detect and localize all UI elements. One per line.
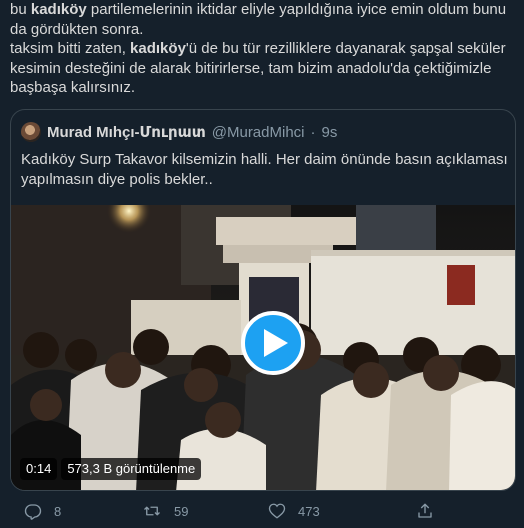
play-icon [264,329,288,357]
retweet-count: 59 [174,503,189,519]
heart-icon [268,503,286,519]
hashtag-kadikoy-2[interactable]: kadıköy [130,40,186,57]
quoted-tweet-header: Murad Mıhçı-Մուրատ @MuradMihci · 9s [21,122,337,142]
tweet-text: bu kadıköy partilemelerinin iktidar eliy… [10,0,518,98]
tweet-time[interactable]: 9s [322,124,338,141]
tweet-line-2: da gördükten sonra. [10,20,144,38]
separator-dot: · [310,123,316,141]
hashtag-kadikoy[interactable]: kadıköy [31,1,87,18]
avatar[interactable] [21,122,41,142]
author-name[interactable]: Murad Mıhçı-Մուրատ [47,123,206,141]
reply-icon [24,504,42,520]
video-player[interactable]: 0:14 573,3 B görüntülenme [11,205,515,490]
retweet-icon [144,506,160,516]
like-count: 473 [298,503,320,519]
quoted-text-line-2: yapılmasın diye polis bekler.. [21,170,213,188]
play-button[interactable] [241,311,305,375]
like-button[interactable]: 473 [268,502,320,520]
tweet-actions: 8 59 473 [10,497,480,525]
tweet-line-5: başbaşa kalırsınız. [10,79,136,96]
quoted-tweet-text: Kadıköy Surp Takavor kilsemizin halli. H… [21,150,511,189]
reply-button[interactable]: 8 [24,502,61,520]
retweet-button[interactable]: 59 [142,502,188,520]
share-button[interactable] [416,502,434,520]
reply-count: 8 [54,503,62,519]
author-handle[interactable]: @MuradMihci [212,124,305,141]
quoted-tweet-card[interactable]: Murad Mıhçı-Մուրատ @MuradMihci · 9s Kadı… [10,109,516,491]
share-icon [418,503,432,518]
video-meta: 0:14 573,3 B görüntülenme [20,458,202,480]
tweet-line-4: kesimin desteğini de alarak bitirirlerse… [10,59,492,77]
video-duration: 0:14 [20,458,58,480]
tweet-line-3: taksim bitti zaten, kadıköy'ü de bu tür … [10,40,506,57]
video-view-count: 573,3 B görüntülenme [61,458,202,480]
quoted-text-line-1: Kadıköy Surp Takavor kilsemizin halli. H… [21,151,508,168]
tweet-line-1: bu kadıköy partilemelerinin iktidar eliy… [10,1,507,18]
